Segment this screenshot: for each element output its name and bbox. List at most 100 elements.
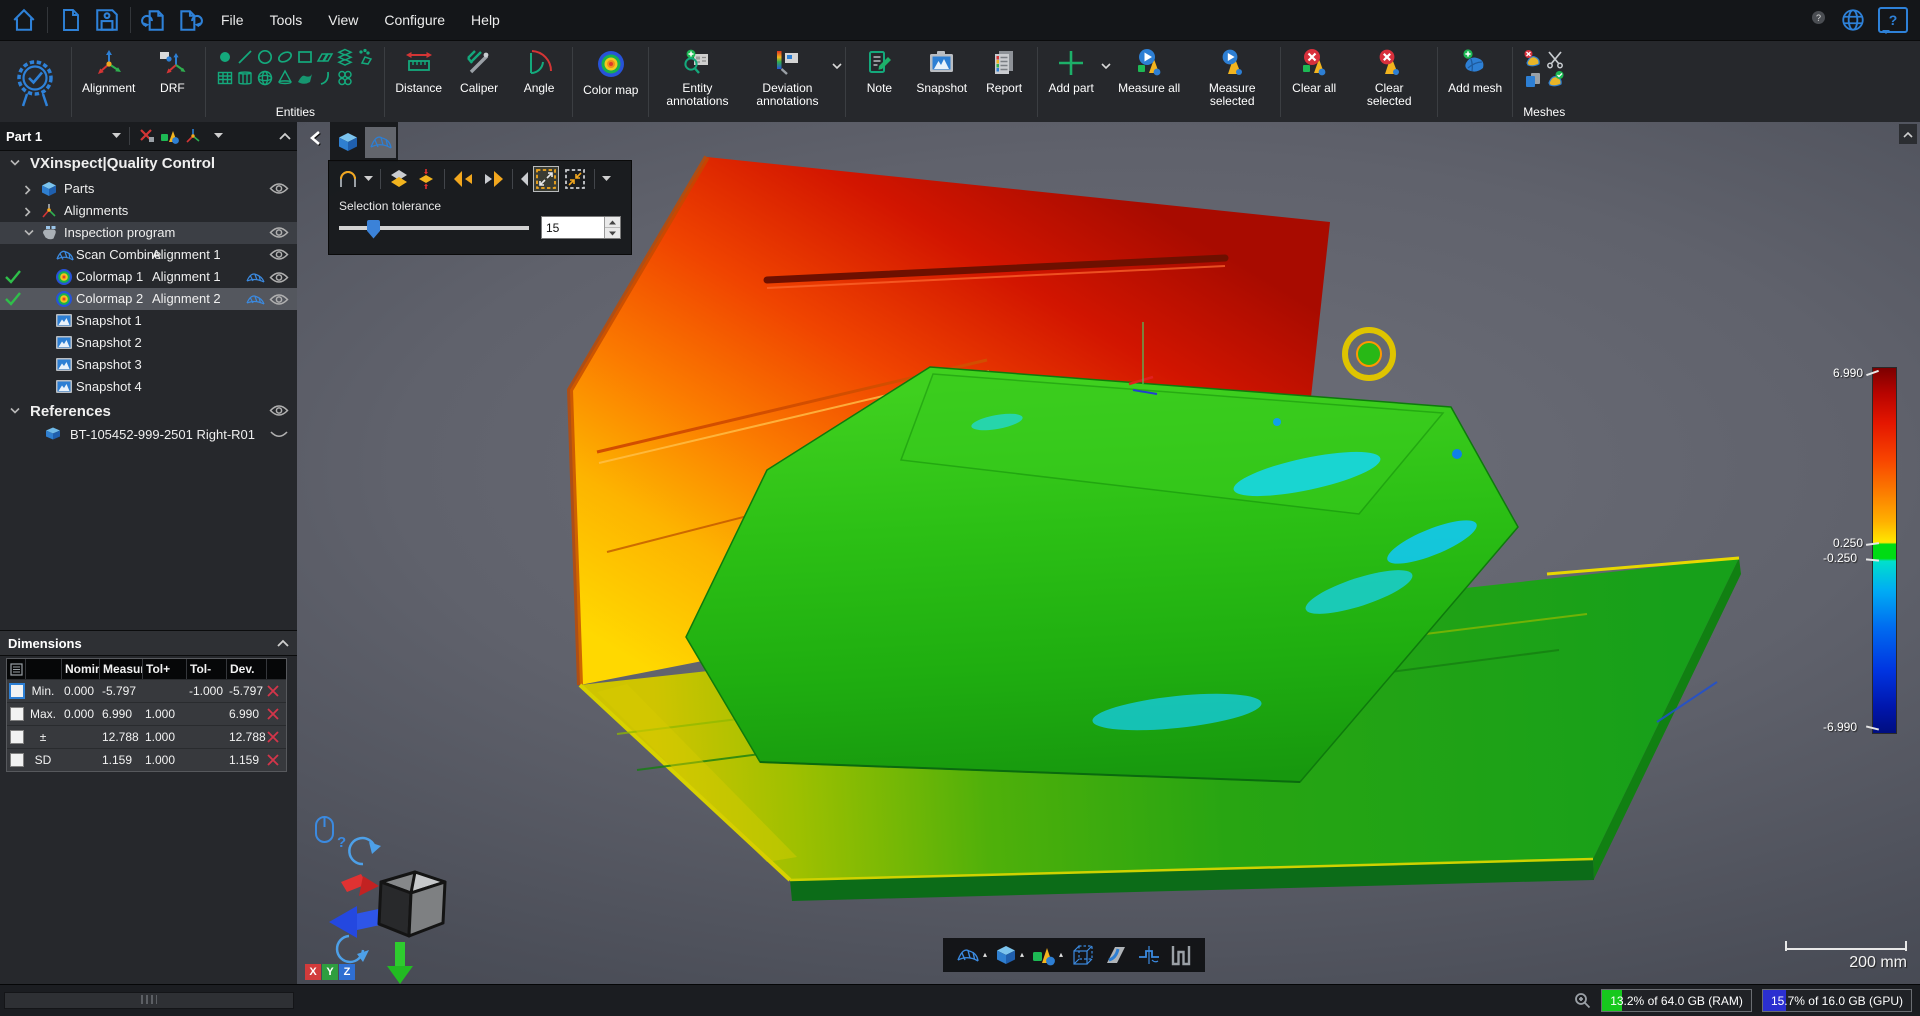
right-panel-expand-icon[interactable]	[1899, 124, 1917, 144]
tree-item-alignments[interactable]: Alignments	[0, 200, 297, 222]
slot-entity-icon[interactable]	[336, 69, 354, 87]
color-map-button[interactable]: Color map	[576, 41, 645, 123]
deviation-annotations-dropdown[interactable]	[832, 41, 842, 123]
tree-item-colormap-1[interactable]: Colormap 1 Alignment 1	[0, 266, 297, 288]
collapse-panel-icon[interactable]	[279, 132, 291, 140]
alignment-button[interactable]: Alignment	[75, 41, 142, 123]
add-mesh-button[interactable]: Add mesh	[1441, 41, 1509, 123]
tree-item-reference-part[interactable]: BT-105452-999-2501 Right-R01	[0, 424, 297, 446]
selection-tolerance-spinbox[interactable]	[541, 216, 621, 239]
menu-configure[interactable]: Configure	[371, 0, 458, 40]
tab-mesh-view[interactable]	[365, 127, 396, 158]
view-options-dropdown-icon[interactable]	[214, 133, 223, 139]
new-document-icon[interactable]	[53, 4, 89, 36]
slider-thumb[interactable]	[367, 220, 380, 239]
collapse-chevron-icon[interactable]	[10, 159, 20, 166]
navigation-cube[interactable]	[317, 820, 477, 985]
show-entities-icon[interactable]	[160, 127, 180, 145]
sphere-entity-icon[interactable]	[256, 69, 274, 87]
menu-view[interactable]: View	[315, 0, 371, 40]
circle-entity-icon[interactable]	[256, 48, 274, 66]
fail-x-icon[interactable]	[266, 730, 284, 744]
clear-selected-button[interactable]: Clear selected	[1344, 41, 1434, 123]
angle-button[interactable]: Angle	[509, 41, 569, 123]
surface-entity-icon[interactable]	[296, 69, 314, 87]
layers-entity-icon[interactable]	[336, 48, 354, 66]
fail-x-icon[interactable]	[266, 684, 284, 698]
dimensions-panel-header[interactable]: Dimensions	[0, 630, 297, 656]
row-checkbox[interactable]	[10, 753, 24, 767]
xyz-axis-badge[interactable]: X Y Z	[305, 964, 355, 980]
scrollbar-grip[interactable]	[141, 995, 157, 1004]
deviation-annotations-button[interactable]: Deviation annotations	[742, 41, 832, 123]
fail-x-icon[interactable]	[266, 707, 284, 721]
collapse-chevron-icon[interactable]	[10, 407, 20, 414]
zoom-magnifier-icon[interactable]	[1574, 992, 1591, 1009]
part-selector[interactable]: Part 1	[6, 129, 42, 144]
delete-mesh-icon[interactable]	[1523, 49, 1543, 69]
caliper-button[interactable]: Caliper	[449, 41, 509, 123]
entity-annotations-button[interactable]: Entity annotations	[652, 41, 742, 123]
bounding-box-button[interactable]	[1070, 943, 1096, 967]
tree-item-snapshot-2[interactable]: Snapshot 2	[0, 332, 297, 354]
row-checkbox[interactable]	[10, 707, 24, 721]
visibility-eye-icon[interactable]	[269, 226, 289, 239]
line-entity-icon[interactable]	[236, 48, 254, 66]
row-checkbox[interactable]	[10, 730, 24, 744]
home-icon[interactable]	[6, 4, 42, 36]
tree-item-snapshot-3[interactable]: Snapshot 3	[0, 354, 297, 376]
ellipse-entity-icon[interactable]	[276, 48, 294, 66]
drf-button[interactable]: DRF	[142, 41, 202, 123]
save-icon[interactable]	[89, 4, 125, 36]
tree-root-node[interactable]: VXinspect|Quality Control	[0, 152, 297, 178]
table-row-sd[interactable]: SD 1.159 1.000 1.159	[7, 748, 286, 771]
measure-all-button[interactable]: Measure all	[1111, 41, 1187, 123]
add-part-dropdown[interactable]	[1101, 41, 1111, 123]
cone-entity-icon[interactable]	[276, 69, 294, 87]
table-row-min[interactable]: Min. 0.000 -5.797 -1.000 -5.797	[7, 679, 286, 702]
visibility-closed-eye-icon[interactable]	[269, 428, 289, 441]
visibility-eye-icon[interactable]	[269, 293, 289, 306]
lasso-selection-icon[interactable]	[337, 168, 359, 190]
freeform-entity-icon[interactable]	[356, 48, 374, 66]
collapse-section-icon[interactable]	[277, 639, 289, 647]
note-button[interactable]: Note	[849, 41, 909, 123]
menu-help[interactable]: Help	[458, 0, 513, 40]
expand-chevron-icon[interactable]	[24, 207, 31, 217]
rectangle-entity-icon[interactable]	[296, 48, 314, 66]
selection-mode-dropdown-icon[interactable]	[364, 176, 373, 182]
profile-button[interactable]	[1169, 943, 1193, 967]
plane-entity-icon[interactable]	[316, 48, 334, 66]
row-checkbox[interactable]	[9, 683, 25, 699]
export-session-icon[interactable]	[172, 4, 208, 36]
point-entity-icon[interactable]	[216, 48, 234, 66]
clipping-plane-button[interactable]	[1103, 943, 1129, 967]
duplicate-mesh-icon[interactable]	[1523, 70, 1543, 90]
fail-x-icon[interactable]	[266, 753, 284, 767]
show-triad-icon[interactable]	[184, 127, 202, 145]
expand-chevron-icon[interactable]	[24, 185, 31, 195]
help-chat-icon[interactable]: ?	[1878, 7, 1908, 33]
horizontal-scrollbar[interactable]	[4, 992, 294, 1009]
cad-display-button[interactable]: ▴	[994, 943, 1024, 967]
cross-section-button[interactable]	[1136, 943, 1162, 967]
part-selector-dropdown-icon[interactable]	[112, 133, 121, 139]
3d-viewport[interactable]: Selection tolerance 6.990 0.250 -0.250 -…	[297, 122, 1920, 985]
tree-item-snapshot-1[interactable]: Snapshot 1	[0, 310, 297, 332]
tree-item-colormap-2[interactable]: Colormap 2 Alignment 2	[0, 288, 297, 310]
language-globe-icon[interactable]: ?	[1840, 7, 1866, 33]
distance-button[interactable]: Distance	[388, 41, 449, 123]
visibility-eye-icon[interactable]	[269, 248, 289, 261]
shrink-selection-icon[interactable]	[563, 167, 587, 191]
collapse-viewport-panel-icon[interactable]	[309, 130, 321, 146]
tree-references-node[interactable]: References	[0, 400, 297, 424]
grow-selection-icon[interactable]	[534, 167, 558, 191]
visibility-eye-icon[interactable]	[269, 271, 289, 284]
report-button[interactable]: Report	[974, 41, 1034, 123]
menu-tools[interactable]: Tools	[257, 0, 316, 40]
tree-item-scan-combine[interactable]: Scan Combine Alignment 1	[0, 244, 297, 266]
selection-tolerance-slider[interactable]	[339, 226, 529, 230]
validate-mesh-icon[interactable]	[1545, 70, 1565, 90]
grid-entity-icon[interactable]	[216, 69, 234, 87]
visibility-eye-icon[interactable]	[269, 404, 289, 417]
